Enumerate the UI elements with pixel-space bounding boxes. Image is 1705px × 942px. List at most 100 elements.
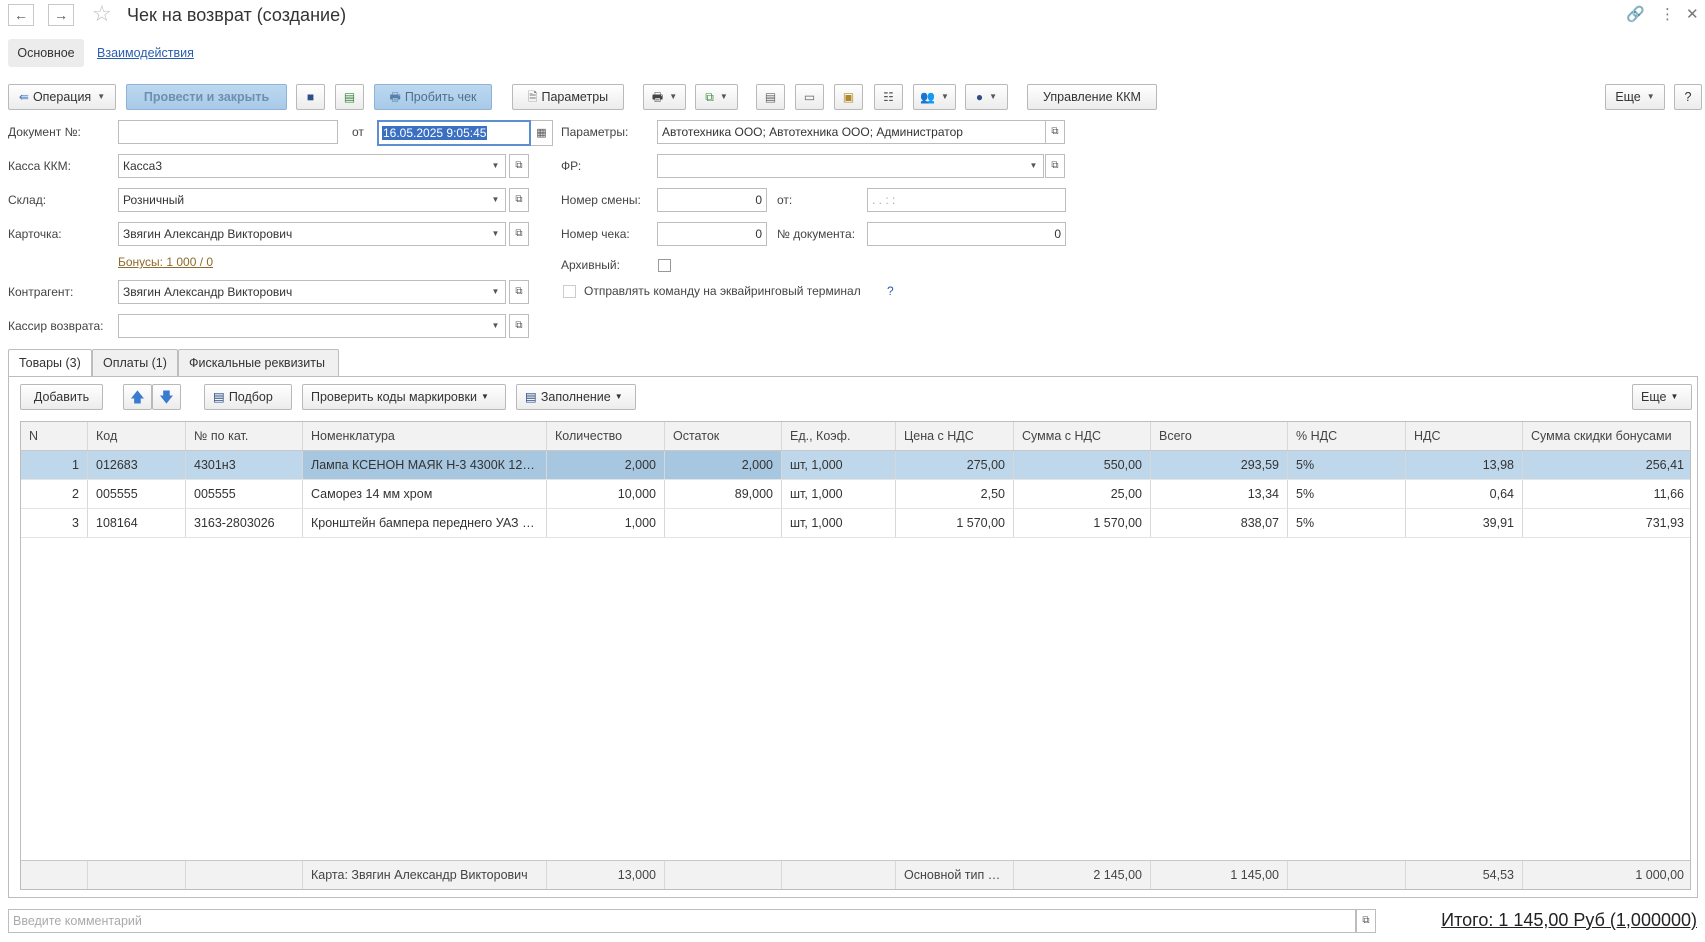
- selection-button[interactable]: ▤ Подбор: [204, 384, 292, 410]
- back-button[interactable]: ←: [8, 4, 34, 26]
- cell-unit[interactable]: шт, 1,000: [782, 509, 896, 537]
- comment-input[interactable]: Введите комментарий: [8, 909, 1356, 933]
- date-input[interactable]: 16.05.2025 9:05:45: [377, 120, 531, 146]
- counterparty-open-icon[interactable]: ⧉: [509, 280, 529, 304]
- col-code[interactable]: Код: [88, 422, 186, 450]
- total-link[interactable]: Итого: 1 145,00 Руб (1,000000): [1441, 907, 1697, 933]
- params-open-icon[interactable]: ⧉: [1045, 120, 1065, 144]
- col-vat-percent[interactable]: % НДС: [1288, 422, 1406, 450]
- col-cat-no[interactable]: № по кат.: [186, 422, 303, 450]
- operation-button[interactable]: ⇚ Операция ▼: [8, 84, 116, 110]
- col-remainder[interactable]: Остаток: [665, 422, 782, 450]
- table-row[interactable]: 1 012683 4301н3 Лампа КСЕНОН МАЯК Н-3 43…: [21, 451, 1690, 480]
- tab-payments[interactable]: Оплаты (1): [92, 349, 178, 377]
- shift-from-input[interactable]: . . : :: [867, 188, 1066, 212]
- cell-sum[interactable]: 1 570,00: [1014, 509, 1151, 537]
- col-price[interactable]: Цена с НДС: [896, 422, 1014, 450]
- create-based-button[interactable]: ⧉ ▼: [695, 84, 738, 110]
- return-cashier-dropdown-icon[interactable]: ▼: [486, 314, 506, 338]
- close-icon[interactable]: ✕: [1686, 6, 1699, 24]
- add-button[interactable]: Добавить: [20, 384, 103, 410]
- tab-goods[interactable]: Товары (3): [8, 349, 92, 379]
- check-no-input[interactable]: 0: [657, 222, 767, 246]
- archive-checkbox[interactable]: [658, 259, 671, 272]
- structure-button[interactable]: ☷: [874, 84, 903, 110]
- col-nomenclature[interactable]: Номенклатура: [303, 422, 547, 450]
- cell-unit[interactable]: шт, 1,000: [782, 451, 896, 479]
- cell-quantity[interactable]: 1,000: [547, 509, 665, 537]
- attach-button[interactable]: ▣: [834, 84, 863, 110]
- cell-quantity[interactable]: 10,000: [547, 480, 665, 508]
- parameters-button[interactable]: 🗎 Параметры: [512, 84, 624, 110]
- filling-button[interactable]: ▤ Заполнение ▼: [516, 384, 636, 410]
- counterparty-dropdown-icon[interactable]: ▼: [486, 280, 506, 304]
- card-button[interactable]: ▭: [795, 84, 824, 110]
- warehouse-dropdown-icon[interactable]: ▼: [486, 188, 506, 212]
- fr-open-icon[interactable]: ⧉: [1045, 154, 1065, 178]
- col-n[interactable]: N: [21, 422, 88, 450]
- subtab-main[interactable]: Основное: [8, 39, 84, 67]
- report-button[interactable]: ▤: [756, 84, 785, 110]
- send-acquiring-help[interactable]: ?: [887, 279, 894, 303]
- params-input[interactable]: Автотехника ООО; Автотехника ООО; Админи…: [657, 120, 1046, 144]
- doc-no-input[interactable]: [118, 120, 338, 144]
- cell-unit[interactable]: шт, 1,000: [782, 480, 896, 508]
- cell-nomenclature[interactable]: Кронштейн бампера переднего УАЗ правый: [303, 509, 547, 537]
- fr-dropdown-icon[interactable]: ▼: [1024, 154, 1044, 178]
- move-up-button[interactable]: 🡅: [123, 384, 152, 410]
- card-dropdown-icon[interactable]: ▼: [486, 222, 506, 246]
- link-icon[interactable]: 🔗: [1626, 6, 1645, 24]
- cell-quantity[interactable]: 2,000: [547, 451, 665, 479]
- table-row[interactable]: 2 005555 005555 Саморез 14 мм хром 10,00…: [21, 480, 1690, 509]
- col-sum[interactable]: Сумма с НДС: [1014, 422, 1151, 450]
- more-button[interactable]: Еще ▼: [1605, 84, 1665, 110]
- kkm-dropdown-icon[interactable]: ▼: [486, 154, 506, 178]
- punch-check-button[interactable]: 🖶 Пробить чек: [374, 84, 492, 110]
- table-row[interactable]: 3 108164 3163-2803026 Кронштейн бампера …: [21, 509, 1690, 538]
- cell-vat-percent[interactable]: 5%: [1288, 451, 1406, 479]
- col-unit[interactable]: Ед., Коэф.: [782, 422, 896, 450]
- cell-sum[interactable]: 25,00: [1014, 480, 1151, 508]
- cell-nomenclature[interactable]: Лампа КСЕНОН МАЯК Н-3 4300К 12В 35Вт: [303, 451, 547, 479]
- col-total[interactable]: Всего: [1151, 422, 1288, 450]
- favorite-star-icon[interactable]: ☆: [92, 2, 112, 26]
- col-bonus-discount[interactable]: Сумма скидки бонусами: [1523, 422, 1692, 450]
- cell-vat-percent[interactable]: 5%: [1288, 509, 1406, 537]
- kkm-control-button[interactable]: Управление ККМ: [1027, 84, 1157, 110]
- warehouse-open-icon[interactable]: ⧉: [509, 188, 529, 212]
- shift-input[interactable]: 0: [657, 188, 767, 212]
- forward-button[interactable]: →: [48, 4, 74, 26]
- col-vat[interactable]: НДС: [1406, 422, 1523, 450]
- card-input[interactable]: Звягин Александр Викторович: [118, 222, 487, 246]
- goods-table[interactable]: N Код № по кат. Номенклатура Количество …: [20, 421, 1691, 890]
- return-cashier-input[interactable]: [118, 314, 487, 338]
- check-codes-button[interactable]: Проверить коды маркировки ▼: [302, 384, 506, 410]
- comment-open-icon[interactable]: ⧉: [1356, 909, 1376, 933]
- cell-sum[interactable]: 550,00: [1014, 451, 1151, 479]
- print-button[interactable]: 🖶 ▼: [643, 84, 686, 110]
- kkm-input[interactable]: Касса3: [118, 154, 487, 178]
- table-more-button[interactable]: Еще ▼: [1632, 384, 1692, 410]
- more-actions-button[interactable]: ● ▼: [965, 84, 1008, 110]
- cell-price[interactable]: 2,50: [896, 480, 1014, 508]
- send-acquiring-checkbox[interactable]: [563, 285, 576, 298]
- card-open-icon[interactable]: ⧉: [509, 222, 529, 246]
- post-button[interactable]: ▤: [335, 84, 364, 110]
- cell-price[interactable]: 1 570,00: [896, 509, 1014, 537]
- calendar-icon[interactable]: ▦: [531, 120, 553, 146]
- save-button[interactable]: ■: [296, 84, 325, 110]
- cell-vat-percent[interactable]: 5%: [1288, 480, 1406, 508]
- warehouse-input[interactable]: Розничный: [118, 188, 487, 212]
- subtab-interactions[interactable]: Взаимодействия: [97, 39, 194, 67]
- post-and-close-button[interactable]: Провести и закрыть: [126, 84, 287, 110]
- fr-input[interactable]: [657, 154, 1025, 178]
- cell-nomenclature[interactable]: Саморез 14 мм хром: [303, 480, 547, 508]
- bonus-link[interactable]: Бонусы: 1 000 / 0: [118, 255, 213, 269]
- users-button[interactable]: 👥 ▼: [913, 84, 956, 110]
- move-down-button[interactable]: 🡇: [152, 384, 181, 410]
- tab-fiscal[interactable]: Фискальные реквизиты: [178, 349, 339, 377]
- col-quantity[interactable]: Количество: [547, 422, 665, 450]
- kkm-open-icon[interactable]: ⧉: [509, 154, 529, 178]
- doc-num-input[interactable]: 0: [867, 222, 1066, 246]
- return-cashier-open-icon[interactable]: ⧉: [509, 314, 529, 338]
